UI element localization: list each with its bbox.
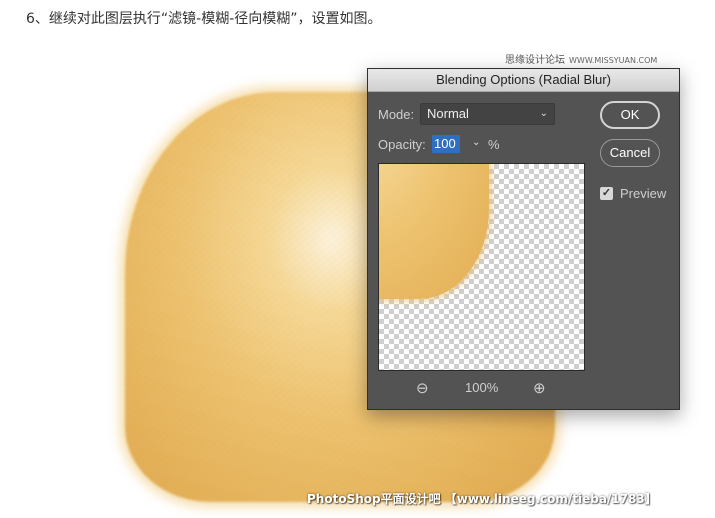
preview-pane[interactable] [378, 163, 585, 371]
cancel-button[interactable]: Cancel [600, 139, 660, 167]
ok-button[interactable]: OK [600, 101, 660, 129]
preview-label: Preview [620, 186, 667, 201]
opacity-label: Opacity: [378, 137, 426, 152]
opacity-unit: % [488, 137, 500, 152]
instruction-text: 6、继续对此图层执行“滤镜-模糊-径向模糊”，设置如图。 [26, 11, 382, 27]
chevron-down-icon: ⌄ [539, 108, 548, 119]
mode-select[interactable]: Normal ⌄ [420, 103, 555, 125]
zoom-level: 100% [465, 380, 499, 395]
checkmark-icon: ✓ [601, 187, 612, 199]
mode-label: Mode: [378, 107, 415, 122]
preview-checkbox[interactable]: ✓ [600, 187, 613, 200]
opacity-input[interactable]: 100 [432, 135, 460, 153]
preview-fur-image [379, 164, 489, 299]
zoom-out-icon[interactable]: ⊖ [416, 379, 429, 397]
mode-value: Normal [427, 106, 469, 121]
site-name: 思缘设计论坛 [505, 55, 565, 66]
opacity-dropdown-icon[interactable]: ⌄ [472, 137, 480, 148]
site-url: WWW.MISSYUAN.COM [569, 56, 658, 65]
site-watermark: 思缘设计论坛 WWW.MISSYUAN.COM [505, 51, 657, 66]
blending-options-dialog: Blending Options (Radial Blur) Mode: Nor… [367, 68, 680, 410]
zoom-in-icon[interactable]: ⊕ [533, 379, 546, 397]
dialog-title: Blending Options (Radial Blur) [368, 69, 679, 92]
forum-watermark: PhotoShop平面设计吧 【www.lineeg.com/tieba/178… [307, 492, 657, 506]
